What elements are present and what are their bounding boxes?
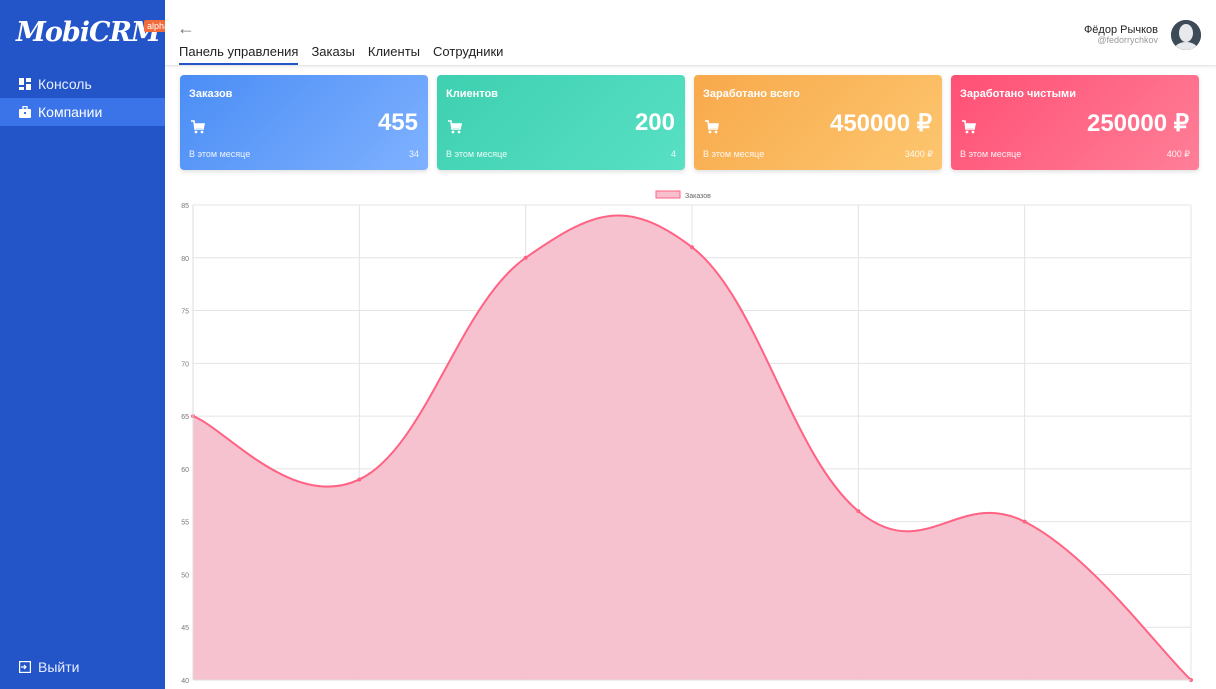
card-delta: 3400 ₽ bbox=[904, 149, 933, 159]
logo[interactable]: MobiCRM alpha bbox=[16, 16, 173, 50]
sidebar-item-label: Консоль bbox=[38, 76, 92, 92]
tab-employees[interactable]: Сотрудники bbox=[433, 44, 503, 65]
orders-chart: 40 45 50 55 60 65 70 75 80 85 Заказов bbox=[165, 185, 1216, 689]
app-root: MobiCRM alpha Консоль Компании Выйти ← П… bbox=[0, 0, 1216, 689]
legend-swatch bbox=[655, 190, 681, 199]
card-delta: 400 ₽ bbox=[1166, 149, 1190, 159]
card-title: Клиентов bbox=[446, 88, 498, 100]
card-subtitle: В этом месяце bbox=[189, 149, 251, 159]
user-profile[interactable]: Фёдор Рычков @fedorrychkov bbox=[1056, 18, 1216, 54]
card-title: Заработано чистыми bbox=[960, 88, 1076, 100]
legend-label: Заказов bbox=[685, 193, 711, 200]
y-tick-label: 85 bbox=[181, 203, 189, 210]
y-tick-label: 70 bbox=[181, 361, 189, 368]
user-handle: @fedorrychkov bbox=[1097, 35, 1158, 45]
y-tick-label: 50 bbox=[181, 572, 189, 579]
orders-chart-svg: 40 45 50 55 60 65 70 75 80 85 Заказов bbox=[181, 190, 1193, 685]
card-value: 450000 ₽ bbox=[829, 110, 932, 137]
user-avatar-icon bbox=[1171, 20, 1201, 50]
card-value: 200 bbox=[634, 109, 675, 136]
card-subtitle: В этом месяце bbox=[703, 149, 765, 159]
top-header: ← Панель управления Заказы Клиенты Сотру… bbox=[165, 0, 1216, 66]
sidebar-item-companies[interactable]: Компании bbox=[0, 98, 165, 126]
data-point bbox=[523, 255, 528, 260]
main-tabs: Панель управления Заказы Клиенты Сотрудн… bbox=[179, 44, 516, 65]
card-delta: 4 bbox=[670, 149, 676, 159]
tab-clients[interactable]: Клиенты bbox=[368, 44, 420, 65]
card-delta: 34 bbox=[408, 149, 419, 159]
y-tick-label: 60 bbox=[181, 467, 189, 474]
y-tick-label: 65 bbox=[181, 414, 189, 421]
logout-icon bbox=[19, 661, 31, 673]
card-title: Заработано всего bbox=[703, 88, 800, 100]
y-tick-label: 55 bbox=[181, 520, 189, 527]
sidebar-item-label: Компании bbox=[38, 104, 103, 120]
cart-icon bbox=[705, 120, 719, 134]
stat-card-orders[interactable]: Заказов 455 В этом месяце 34 bbox=[180, 75, 428, 170]
tab-orders[interactable]: Заказы bbox=[311, 44, 354, 65]
cart-icon bbox=[962, 120, 976, 134]
dashboard-icon bbox=[19, 78, 31, 90]
cart-icon bbox=[448, 120, 462, 134]
card-title: Заказов bbox=[189, 88, 233, 100]
stat-card-earned-net[interactable]: Заработано чистыми 250000 ₽ В этом месяц… bbox=[951, 75, 1199, 170]
briefcase-icon bbox=[19, 106, 31, 118]
card-subtitle: В этом месяце bbox=[446, 149, 508, 159]
data-point bbox=[690, 245, 694, 250]
stat-card-clients[interactable]: Клиентов 200 В этом месяце 4 bbox=[437, 75, 685, 170]
logout-button[interactable]: Выйти bbox=[19, 659, 79, 675]
y-tick-label: 75 bbox=[181, 309, 189, 316]
series-area bbox=[193, 215, 1191, 680]
y-tick-label: 80 bbox=[181, 256, 189, 263]
cart-icon bbox=[191, 120, 205, 134]
tab-dashboard[interactable]: Панель управления bbox=[179, 44, 299, 65]
y-tick-label: 45 bbox=[181, 625, 189, 632]
card-value: 455 bbox=[377, 109, 418, 136]
data-point bbox=[856, 509, 861, 514]
logout-label: Выйти bbox=[38, 659, 80, 675]
sidebar-nav: Консоль Компании bbox=[0, 70, 165, 126]
back-arrow-icon[interactable]: ← bbox=[177, 18, 195, 38]
data-point bbox=[357, 477, 362, 482]
y-tick-label: 40 bbox=[181, 678, 189, 685]
sidebar: MobiCRM alpha Консоль Компании Выйти bbox=[0, 0, 173, 689]
avatar[interactable] bbox=[1171, 20, 1201, 50]
card-value: 250000 ₽ bbox=[1086, 110, 1189, 137]
sidebar-item-console[interactable]: Консоль bbox=[0, 70, 165, 98]
logo-text: MobiCRM bbox=[16, 17, 161, 48]
stat-card-earned-total[interactable]: Заработано всего 450000 ₽ В этом месяце … bbox=[694, 75, 942, 170]
card-subtitle: В этом месяце bbox=[960, 149, 1022, 159]
data-point bbox=[1022, 519, 1027, 524]
